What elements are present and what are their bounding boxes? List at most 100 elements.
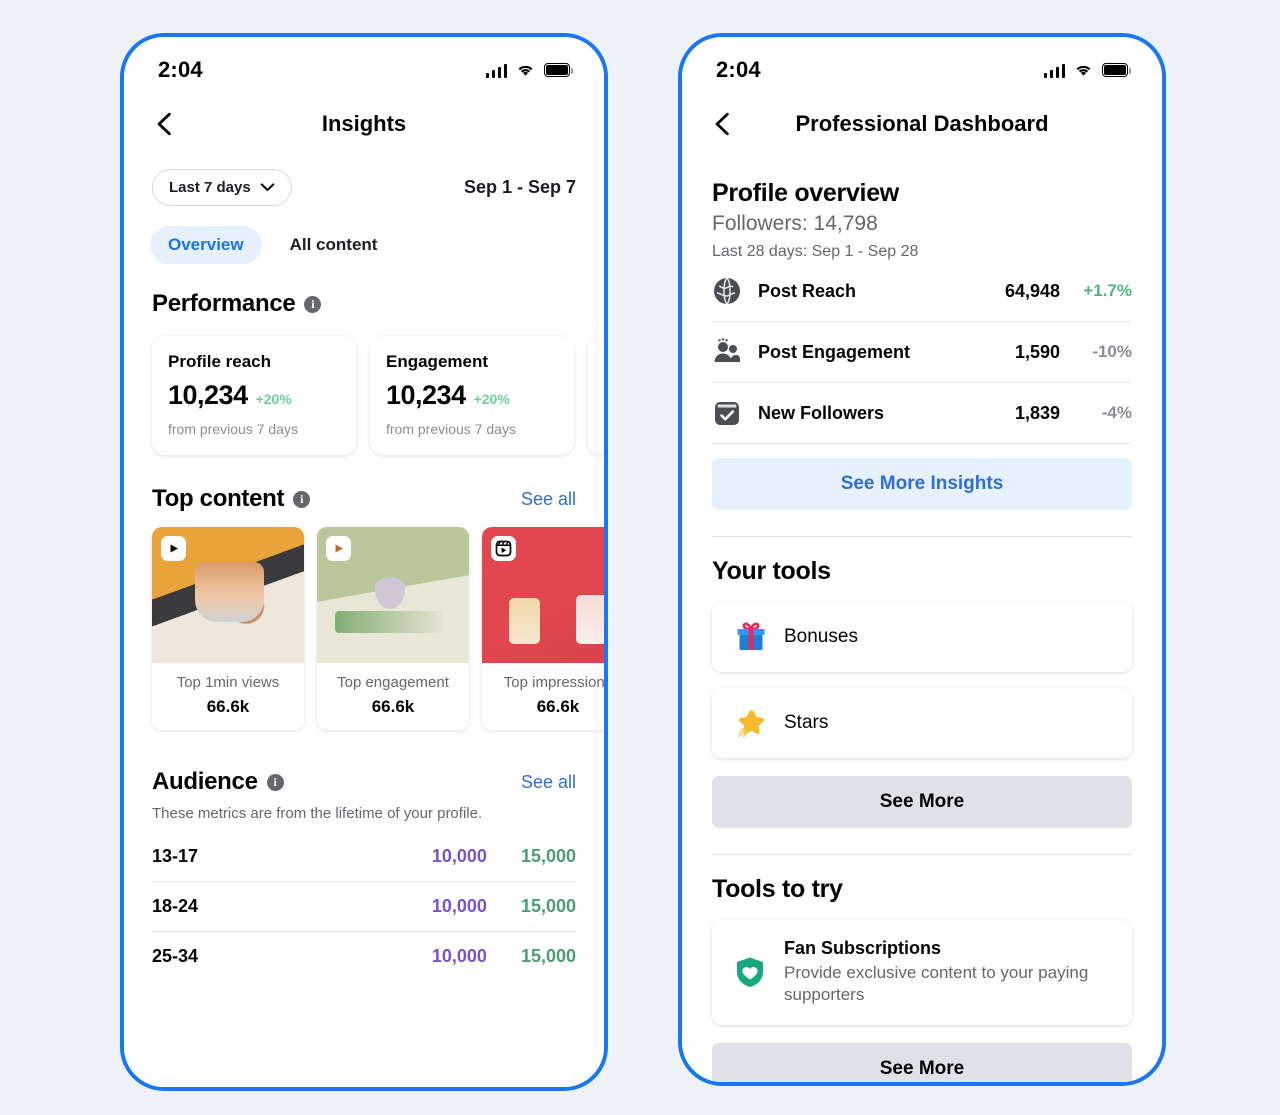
stat-row-post-engagement[interactable]: Post Engagement 1,590 -10% [712,322,1132,383]
star-icon [738,710,764,738]
performance-card-value: 10,234 [386,380,466,410]
top-content-caption: Top engagement [337,674,449,691]
audience-value-a: 10,000 [431,896,487,916]
audience-value-b: 15,000 [520,946,576,966]
audience-note: These metrics are from the lifetime of y… [152,805,483,822]
top-content-card[interactable]: Top engagement 66.6k [317,527,469,730]
status-time: 2:04 [716,57,761,82]
top-content-value: 66.6k [206,697,250,716]
date-range-dropdown-label: Last 7 days [169,179,251,196]
performance-title: Performance [152,290,296,317]
tool-description: Provide exclusive content to your paying… [784,963,1089,1005]
audience-value-b: 15,000 [520,846,576,866]
info-icon[interactable]: i [293,490,311,508]
date-range-dropdown[interactable]: Last 7 days [152,169,292,206]
phone-mockup-dashboard: 2:04 Professional Dashboard Profile over… [678,33,1166,1086]
globe-icon [714,277,740,305]
audience-value-a: 10,000 [431,846,487,866]
cellular-bars-icon [1043,63,1065,78]
top-content-card-clipped[interactable]: Top impressions 66.6k [482,527,604,730]
page-title: Insights [321,111,407,136]
stat-row-new-followers[interactable]: New Followers 1,839 -4% [712,383,1132,444]
back-chevron-icon[interactable] [710,111,736,137]
performance-card-delta: +20% [473,391,510,407]
table-row: 25-34 10,000 15,000 [152,932,576,981]
tool-item-fan-subscriptions[interactable]: Fan Subscriptions Provide exclusive cont… [712,920,1132,1025]
tab-all-content[interactable]: All content [272,226,396,264]
tool-item-stars[interactable]: Stars [712,688,1132,758]
badge-check-icon [715,402,739,425]
back-chevron-icon[interactable] [152,111,178,137]
date-range-text: Sep 1 - Sep 7 [463,177,576,197]
play-button-icon [326,536,351,561]
performance-card-carousel[interactable]: Profile reach 10,234 +20% from previous … [124,318,604,455]
top-content-thumbnail [317,527,469,663]
divider [712,536,1132,537]
top-content-value: 66.6k [536,697,580,716]
tool-title: Fan Subscriptions [784,938,942,958]
stat-value: 1,839 [1014,402,1060,423]
divider [712,854,1132,855]
dashboard-body: Profile overview Followers: 14,798 Last … [682,179,1162,1082]
wifi-icon [1076,65,1091,76]
tool-item-bonuses[interactable]: Bonuses [712,602,1132,672]
audience-value-b: 15,000 [520,896,576,916]
audience-table: 13-17 10,000 15,000 18-24 10,000 15,000 … [124,822,604,981]
info-icon[interactable]: i [266,773,284,791]
battery-full-icon [1102,63,1131,77]
stat-value: 1,590 [1014,341,1060,362]
top-content-carousel[interactable]: Top 1min views 66.6k Top engagement 66.6… [124,513,604,730]
top-content-caption: Top impressions [503,674,604,691]
performance-card[interactable]: Profile reach 10,234 +20% from previous … [152,336,356,455]
stat-label: Post Engagement [758,341,911,362]
stat-label: Post Reach [758,280,857,301]
performance-card-sub: from previous 7 days [168,421,298,437]
top-content-see-all-link[interactable]: See all [521,489,576,510]
chevron-down-icon [260,183,275,192]
audience-see-all-link[interactable]: See all [521,772,576,793]
play-button-icon [161,536,186,561]
top-content-thumbnail [482,527,604,663]
reels-icon [491,536,516,561]
battery-full-icon [544,63,573,77]
audience-title: Audience [152,768,258,795]
gift-icon [737,622,765,650]
page-title: Professional Dashboard [795,111,1049,136]
followers-count: Followers: 14,798 [712,212,878,235]
audience-age-bucket: 18-24 [152,896,199,916]
insights-screen: 2:04 Insights Last 7 days Sep 1 - Sep 7 … [124,37,604,1087]
top-content-card[interactable]: Top 1min views 66.6k [152,527,304,730]
status-bar-right: 2:04 [682,37,1162,93]
status-indicators [485,63,573,78]
audience-section-header: Audience i See all [124,730,604,796]
wifi-icon [518,65,533,76]
top-content-caption: Top 1min views [176,674,280,691]
status-indicators [1043,63,1131,78]
stat-change: -10% [1092,342,1132,361]
your-tools-see-more-button[interactable]: See More [712,776,1132,828]
see-more-insights-button[interactable]: See More Insights [712,458,1132,510]
stat-change: -4% [1101,403,1132,422]
tab-overview[interactable]: Overview [150,226,262,264]
phone-mockup-insights: 2:04 Insights Last 7 days Sep 1 - Sep 7 … [120,33,608,1091]
stat-value: 64,948 [1004,280,1060,301]
stat-row-post-reach[interactable]: Post Reach 64,948 +1.7% [712,261,1132,322]
profile-overview-title: Profile overview [712,179,899,207]
profile-overview-date-range: Last 28 days: Sep 1 - Sep 28 [712,243,919,260]
people-icon [714,338,740,362]
performance-card-label: Profile reach [168,352,271,371]
top-content-thumbnail [152,527,304,663]
audience-value-a: 10,000 [431,946,487,966]
tool-label: Stars [784,712,829,733]
performance-card-value: 10,234 [168,380,248,410]
performance-section-header: Performance i [124,264,604,318]
tool-label: Bonuses [784,626,858,647]
date-filter-row: Last 7 days Sep 1 - Sep 7 [124,155,604,206]
tools-to-try-see-more-button[interactable]: See More [712,1042,1132,1082]
info-icon[interactable]: i [304,295,322,313]
audience-age-bucket: 13-17 [152,846,199,866]
performance-card[interactable]: Engagement 10,234 +20% from previous 7 d… [370,336,574,455]
insights-tabs: Overview All content [124,206,604,264]
your-tools-title: Your tools [712,557,831,585]
performance-card-clipped[interactable]: N 3 fr [588,336,604,455]
